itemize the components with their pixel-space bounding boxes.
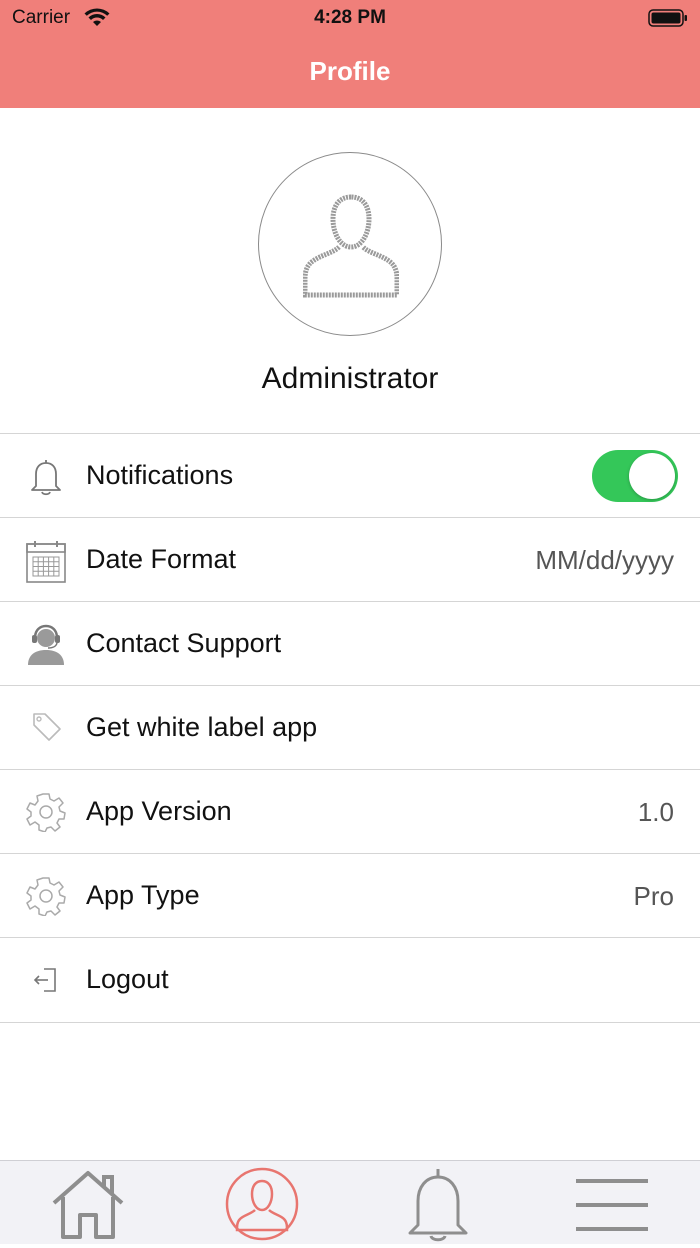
logout-label: Logout [86, 964, 169, 994]
calendar-icon [26, 540, 66, 583]
contact-support-label: Contact Support [86, 628, 282, 658]
tab-menu[interactable] [574, 1167, 650, 1243]
bell-icon [26, 456, 66, 496]
bell-icon [408, 1169, 468, 1242]
white-label-row[interactable]: Get white label app [0, 685, 700, 769]
app-type-label: App Type [86, 880, 200, 910]
white-label-label: Get white label app [86, 712, 318, 742]
navigation-bar: Carrier 4:28 PM Profile [0, 0, 700, 108]
status-bar: Carrier 4:28 PM [0, 0, 700, 36]
support-agent-icon [26, 624, 66, 665]
tag-icon [26, 708, 66, 748]
clock: 4:28 PM [314, 7, 386, 28]
logout-row[interactable]: Logout [0, 937, 700, 1023]
page-title: Profile [309, 56, 391, 86]
contact-support-row[interactable]: Contact Support [0, 601, 700, 685]
user-avatar-icon [303, 194, 399, 298]
date-format-row[interactable]: Date Format MM/dd/yyyy [0, 517, 700, 601]
gear-icon [26, 792, 66, 833]
battery-icon [648, 8, 688, 33]
app-version-value: 1.0 [637, 797, 674, 827]
date-format-value: MM/dd/yyyy [535, 545, 674, 575]
tab-notifications[interactable] [400, 1167, 476, 1243]
avatar[interactable] [258, 152, 442, 336]
gear-icon [26, 876, 66, 917]
logout-icon [26, 960, 66, 1000]
tab-bar [0, 1160, 700, 1244]
hamburger-menu-icon [576, 1179, 648, 1231]
date-format-label: Date Format [86, 544, 237, 574]
tab-home[interactable] [50, 1167, 126, 1243]
app-type-value: Pro [633, 881, 674, 911]
settings-list: Notifications Date Format MM/dd/yyyy Con… [0, 433, 700, 1023]
home-icon [52, 1171, 124, 1239]
toggle-knob [629, 453, 675, 499]
app-type-row: App Type Pro [0, 853, 700, 937]
profile-icon [225, 1167, 299, 1241]
app-version-label: App Version [86, 796, 232, 826]
profile-name: Administrator [261, 362, 439, 395]
tab-profile[interactable] [224, 1167, 300, 1243]
notifications-label: Notifications [86, 460, 234, 490]
notifications-row: Notifications [0, 433, 700, 517]
app-version-row: App Version 1.0 [0, 769, 700, 853]
notifications-toggle[interactable] [592, 450, 678, 502]
